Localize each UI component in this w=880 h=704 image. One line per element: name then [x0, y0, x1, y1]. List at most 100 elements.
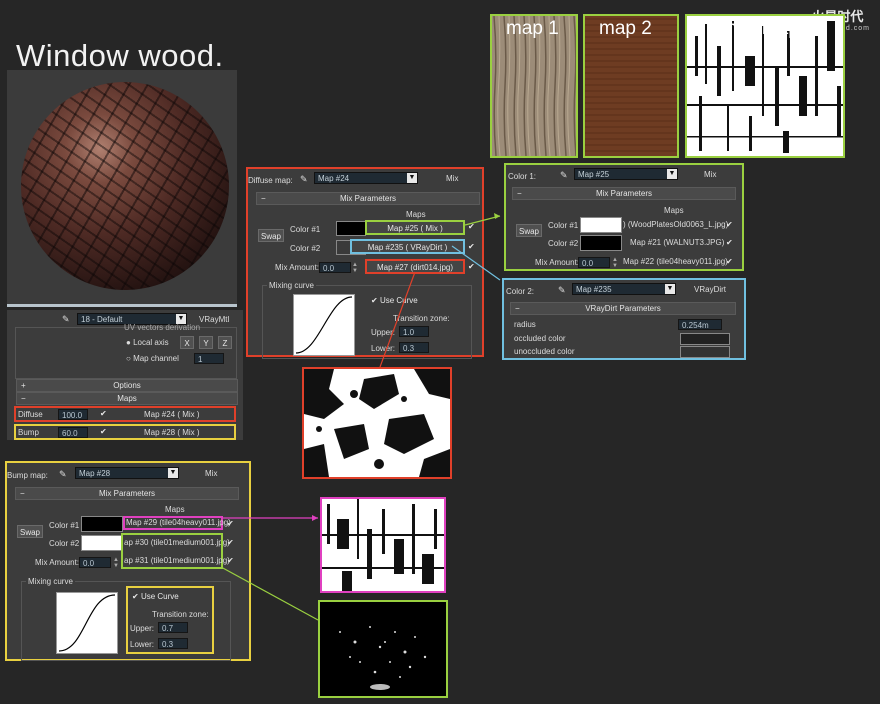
- spinner-icon[interactable]: ▲ ▼: [612, 257, 618, 269]
- bump-use-curve-checkbox[interactable]: ✔ Use Curve: [132, 592, 179, 601]
- vraydirt-unoccluded-label: unoccluded color: [514, 347, 575, 356]
- diffuse-map-name-dropdown[interactable]: Map #24 ▼: [314, 172, 418, 184]
- diffuse-mix-amount-input[interactable]: 0.0: [319, 262, 351, 273]
- vraydirt-radius-input[interactable]: 0.254m: [678, 319, 722, 330]
- vraydirt-params-rollout[interactable]: − VRayDirt Parameters: [510, 302, 736, 315]
- diffuse-color2-map-button[interactable]: Map #235 ( VRayDirt ): [350, 239, 465, 254]
- page-title: Window wood.: [16, 38, 224, 73]
- vraydirt-radius-label: radius: [514, 320, 536, 329]
- vraydirt-type-button[interactable]: VRayDirt: [694, 285, 726, 294]
- bump-color1-checkbox[interactable]: ✔: [227, 519, 234, 528]
- diffuse-color1-label: Color #1: [290, 225, 321, 234]
- axis-x-button[interactable]: X: [180, 336, 194, 349]
- pick-icon[interactable]: ✎: [558, 285, 566, 296]
- map-channel-radio[interactable]: ○ Map channel: [126, 354, 179, 363]
- bump-color1-map-button[interactable]: Map #29 (tile04heavy011.jpg): [123, 516, 231, 530]
- bump-mix-checkbox[interactable]: ✔: [227, 556, 234, 565]
- diffuse-use-curve-label: Use Curve: [379, 296, 418, 305]
- vraydirt-occluded-swatch[interactable]: [680, 333, 730, 345]
- bump-color2-swatch[interactable]: [81, 535, 123, 551]
- pick-icon[interactable]: ✎: [560, 170, 568, 181]
- vraydirt-slot-label: Color 2:: [506, 287, 535, 296]
- bump-map1-thumbnail: [320, 497, 446, 593]
- color1-mix-amount-input[interactable]: 0.0: [578, 257, 610, 268]
- vraydirt-map-name-dropdown[interactable]: Map #235 ▼: [572, 283, 676, 295]
- diffuse-mix-map-button[interactable]: Map #27 (dirt014.jpg): [365, 259, 465, 274]
- diffuse-swap-button[interactable]: Swap: [258, 229, 284, 242]
- color1-swap-button[interactable]: Swap: [516, 224, 542, 237]
- bump-map-name-dropdown[interactable]: Map #28 ▼: [75, 467, 179, 479]
- spinner-icon[interactable]: ▲ ▼: [113, 557, 119, 569]
- bump-row: Bump 60.0 ✔ Map #28 ( Mix ): [14, 424, 236, 440]
- axis-z-button[interactable]: Z: [218, 336, 232, 349]
- bump-color2-checkbox[interactable]: ✔: [227, 538, 234, 547]
- bump-maps-header: Maps: [165, 505, 185, 514]
- local-axis-radio[interactable]: ● Local axis: [126, 338, 169, 347]
- material-name: 18 - Default: [81, 315, 123, 324]
- diffuse-amount[interactable]: 100.0: [58, 409, 88, 420]
- color1-color1-map-button[interactable]: ) (WoodPlatesOld0063_L.jpg): [623, 220, 728, 229]
- bump-mix-amount-label: Mix Amount:: [35, 558, 80, 567]
- bump-upper-label: Upper:: [130, 624, 155, 633]
- bump-type-button[interactable]: Mix: [205, 469, 217, 478]
- color1-map-name-dropdown[interactable]: Map #25 ▼: [574, 168, 678, 180]
- preview-divider: [7, 304, 237, 307]
- color1-color2-map-button[interactable]: Map #21 (WALNUT3.JPG): [630, 238, 724, 247]
- diffuse-type-button[interactable]: Mix: [446, 174, 458, 183]
- bump-mix-map-button[interactable]: ap #31 (tile01medium001.jpg): [124, 556, 230, 565]
- diffuse-lower-input[interactable]: 0.3: [399, 342, 429, 353]
- color1-color1-label: Color #1: [548, 221, 579, 230]
- diffuse-checkbox[interactable]: ✔: [100, 409, 107, 418]
- bump-color1-swatch[interactable]: [81, 516, 123, 532]
- color1-mix-map-button[interactable]: Map #22 (tile04heavy011.jpg): [623, 257, 728, 266]
- diffuse-mix-panel: Diffuse map: ✎ Map #24 ▼ Mix − Mix Paramet…: [246, 167, 484, 359]
- pick-icon[interactable]: ✎: [62, 314, 70, 325]
- vraydirt-unoccluded-swatch[interactable]: [680, 346, 730, 358]
- diffuse-color1-map-button[interactable]: Map #25 ( Mix ): [365, 220, 465, 235]
- bump-lower-input[interactable]: 0.3: [158, 638, 188, 649]
- bump-map2-thumbnail: [318, 600, 448, 698]
- bump-mix-amount-input[interactable]: 0.0: [79, 557, 111, 568]
- options-rollout[interactable]: + Options: [16, 379, 238, 392]
- color1-mix-checkbox[interactable]: ✔: [726, 257, 733, 266]
- uv-header: UV vectors derivation: [124, 323, 201, 332]
- color1-mix-params-rollout[interactable]: − Mix Parameters: [512, 187, 736, 200]
- diffuse-upper-input[interactable]: 1.0: [399, 326, 429, 337]
- material-preview: [7, 70, 237, 306]
- bump-color2-label: Color #2: [49, 539, 80, 548]
- diffuse-map-button[interactable]: Map #24 ( Mix ): [144, 410, 200, 419]
- maps-rollout[interactable]: − Maps: [16, 392, 238, 405]
- diffuse-color2-checkbox[interactable]: ✔: [468, 242, 475, 251]
- color1-color2-label: Color #2: [548, 239, 579, 248]
- bump-amount[interactable]: 60.0: [58, 427, 88, 438]
- pick-icon[interactable]: ✎: [300, 174, 308, 185]
- bump-mix-params-rollout[interactable]: − Mix Parameters: [15, 487, 239, 500]
- diffuse-color1-swatch[interactable]: [336, 221, 366, 236]
- color1-color2-checkbox[interactable]: ✔: [726, 238, 733, 247]
- spinner-icon[interactable]: ▲ ▼: [352, 262, 358, 274]
- diffuse-slot-label: Diffuse map:: [248, 176, 293, 185]
- diffuse-row: Diffuse 100.0 ✔ Map #24 ( Mix ): [14, 406, 236, 422]
- bump-map-button[interactable]: Map #28 ( Mix ): [144, 428, 200, 437]
- color1-type-button[interactable]: Mix: [704, 170, 716, 179]
- diffuse-use-curve-checkbox[interactable]: ✔ Use Curve: [371, 296, 418, 305]
- diffuse-lower-label: Lower:: [371, 344, 396, 353]
- map-channel-input[interactable]: 1: [194, 353, 224, 364]
- color1-color2-swatch[interactable]: [580, 235, 622, 251]
- axis-y-button[interactable]: Y: [199, 336, 213, 349]
- diffuse-color1-checkbox[interactable]: ✔: [468, 222, 475, 231]
- bump-swap-button[interactable]: Swap: [17, 525, 43, 538]
- diffuse-mix-params-rollout[interactable]: − Mix Parameters: [256, 192, 480, 205]
- pick-icon[interactable]: ✎: [59, 469, 67, 480]
- diffuse-mix-checkbox[interactable]: ✔: [468, 262, 475, 271]
- color1-color1-checkbox[interactable]: ✔: [726, 220, 733, 229]
- bump-use-curve-label: Use Curve: [140, 592, 179, 601]
- bump-upper-input[interactable]: 0.7: [158, 622, 188, 633]
- bump-mix-panel: Bump map: ✎ Map #28 ▼ Mix − Mix Parameters…: [5, 461, 251, 661]
- material-type-button[interactable]: VRayMtl: [199, 315, 229, 324]
- color1-color1-swatch[interactable]: [580, 217, 622, 233]
- chevron-down-icon: ▼: [665, 284, 675, 294]
- bump-checkbox[interactable]: ✔: [100, 427, 107, 436]
- diffuse-label: Diffuse: [18, 410, 43, 419]
- chevron-down-icon: ▼: [168, 468, 178, 478]
